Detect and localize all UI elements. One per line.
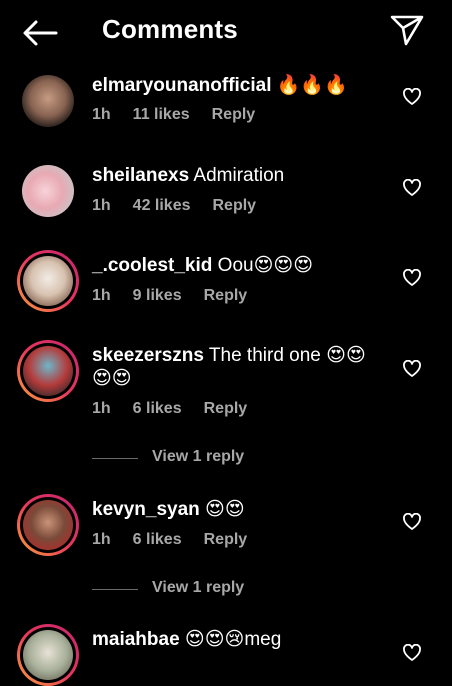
reply-divider-line: [92, 458, 138, 459]
comment-time: 1h: [92, 400, 111, 417]
header-bar: Comments: [0, 0, 452, 62]
heart-icon[interactable]: [402, 360, 422, 378]
comment-body: skeezerszns The third one 😍😍😍😍: [92, 344, 384, 390]
back-arrow-icon: [23, 20, 58, 46]
reply-button[interactable]: Reply: [213, 197, 257, 214]
reply-button[interactable]: Reply: [204, 531, 248, 548]
reply-button[interactable]: Reply: [204, 287, 248, 304]
paper-plane-icon: [390, 15, 424, 46]
comment-body: elmaryounanofficial 🔥🔥🔥: [92, 74, 392, 97]
comment-likes[interactable]: 6 likes: [133, 531, 182, 548]
comment-text: Oou😍😍😍: [212, 255, 314, 276]
comment-username[interactable]: _.coolest_kid: [92, 255, 212, 276]
reply-divider-line: [92, 589, 138, 590]
comment-meta: 1h 9 likes Reply: [92, 287, 269, 305]
comment-body: sheilanexs Admiration: [92, 164, 392, 187]
comment-meta: 1h 11 likes Reply: [92, 106, 277, 124]
avatar[interactable]: [22, 165, 74, 217]
view-replies-label: View 1 reply: [152, 579, 245, 596]
comment-meta: 1h 6 likes Reply: [92, 531, 269, 549]
story-ring-gap: [20, 343, 76, 399]
comment-text: Admiration: [189, 165, 285, 186]
heart-icon[interactable]: [402, 269, 422, 287]
comment-meta: 1h 42 likes Reply: [92, 197, 278, 215]
comment-likes[interactable]: 6 likes: [133, 400, 182, 417]
story-ring-gap: [20, 497, 76, 553]
comment-text: 😍😍😢meg: [179, 629, 282, 650]
heart-icon[interactable]: [402, 513, 422, 531]
avatar[interactable]: [17, 340, 79, 402]
comment-time: 1h: [92, 531, 111, 548]
avatar[interactable]: [17, 494, 79, 556]
story-ring-gap: [20, 253, 76, 309]
view-replies-button[interactable]: View 1 reply: [92, 448, 292, 468]
comment-time: 1h: [92, 106, 111, 123]
page-title: Comments: [102, 14, 238, 44]
avatar-photo: [23, 346, 73, 396]
view-replies-button[interactable]: View 1 reply: [92, 579, 292, 599]
story-ring-gap: [20, 627, 76, 683]
view-replies-label: View 1 reply: [152, 448, 245, 465]
heart-icon[interactable]: [402, 179, 422, 197]
avatar[interactable]: [22, 75, 74, 127]
comment-username[interactable]: skeezerszns: [92, 345, 204, 366]
avatar-photo: [23, 500, 73, 550]
avatar-photo: [23, 630, 73, 680]
comment-likes[interactable]: 9 likes: [133, 287, 182, 304]
comment-username[interactable]: maiahbae: [92, 629, 180, 650]
comment-body: kevyn_syan 😍😍: [92, 498, 392, 521]
comment-time: 1h: [92, 287, 111, 304]
avatar[interactable]: [17, 624, 79, 686]
comment-username[interactable]: sheilanexs: [92, 165, 189, 186]
reply-button[interactable]: Reply: [204, 400, 248, 417]
comment-username[interactable]: elmaryounanofficial: [92, 75, 272, 96]
back-button[interactable]: [20, 18, 60, 48]
comment-likes[interactable]: 11 likes: [133, 106, 190, 123]
comment-body: _.coolest_kid Oou😍😍😍: [92, 254, 392, 277]
comment-text: 🔥🔥🔥: [271, 75, 348, 96]
heart-icon[interactable]: [402, 88, 422, 106]
reply-button[interactable]: Reply: [212, 106, 256, 123]
share-button[interactable]: [388, 12, 426, 48]
comment-time: 1h: [92, 197, 111, 214]
comment-likes[interactable]: 42 likes: [133, 197, 191, 214]
avatar[interactable]: [17, 250, 79, 312]
comment-text: 😍😍: [199, 499, 245, 520]
comment-meta: 1h 6 likes Reply: [92, 400, 269, 418]
avatar-photo: [23, 256, 73, 306]
heart-icon[interactable]: [402, 644, 422, 662]
comment-body: maiahbae 😍😍😢meg: [92, 628, 392, 651]
comment-username[interactable]: kevyn_syan: [92, 499, 200, 520]
